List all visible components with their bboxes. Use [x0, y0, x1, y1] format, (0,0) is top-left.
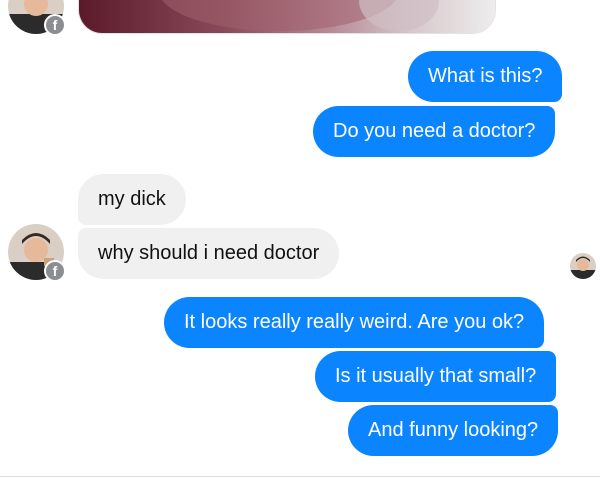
- facebook-icon: f: [44, 14, 66, 36]
- read-receipt-avatar: [570, 253, 596, 279]
- photo-attachment[interactable]: [78, 0, 496, 34]
- contact-avatar-top[interactable]: f: [8, 0, 66, 36]
- bottom-divider: [0, 476, 600, 477]
- contact-avatar[interactable]: f: [8, 224, 66, 282]
- outgoing-message[interactable]: Do you need a doctor?: [313, 106, 556, 157]
- attachment-image: [79, 0, 495, 33]
- outgoing-message[interactable]: It looks really really weird. Are you ok…: [164, 297, 545, 348]
- read-receipt-photo: [570, 253, 596, 279]
- incoming-message[interactable]: why should i need doctor: [78, 228, 340, 279]
- outgoing-message[interactable]: And funny looking?: [348, 405, 559, 456]
- outgoing-message[interactable]: Is it usually that small?: [315, 351, 557, 402]
- incoming-message[interactable]: my dick: [78, 174, 186, 225]
- facebook-icon: f: [44, 260, 66, 282]
- outgoing-message[interactable]: What is this?: [408, 51, 563, 102]
